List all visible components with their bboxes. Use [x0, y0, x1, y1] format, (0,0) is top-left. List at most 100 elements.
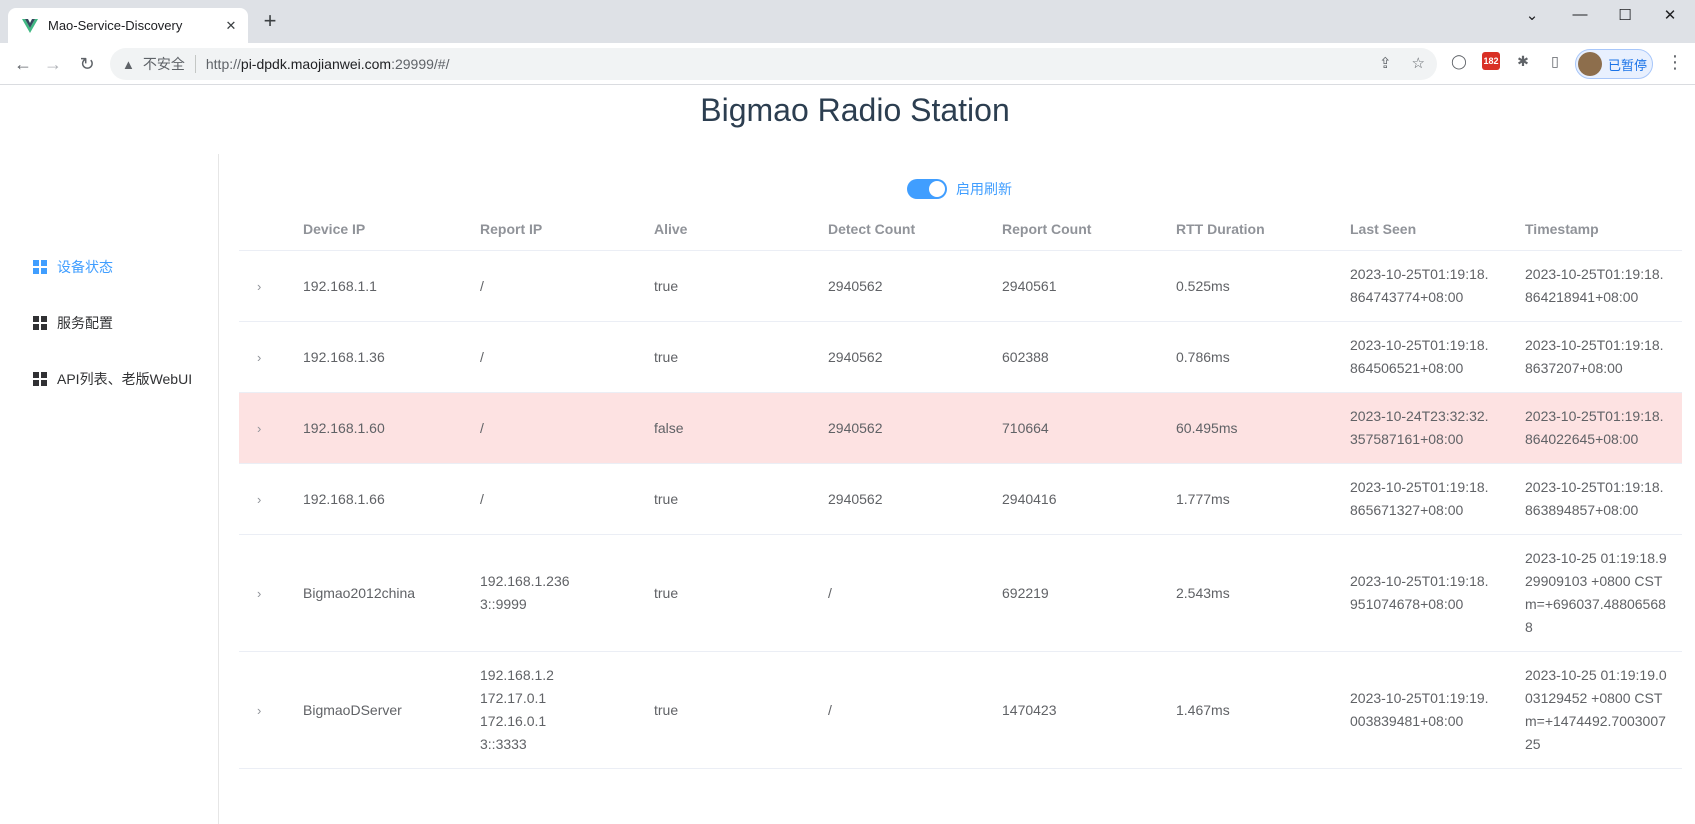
- last-seen-cell: 2023-10-25T01:19:19. 003839481+08:00: [1350, 690, 1489, 729]
- alive-cell: true: [654, 348, 679, 365]
- close-window-icon[interactable]: ✕: [1655, 6, 1685, 24]
- extension-badge-icon[interactable]: 182: [1482, 52, 1500, 70]
- url-prefix: http://: [205, 56, 241, 72]
- switch-knob: [929, 181, 945, 197]
- table-row[interactable]: › 192.168.1.66 / true 2940562 2940416 1.…: [239, 464, 1682, 535]
- detect-count-cell: 2940562: [828, 419, 883, 436]
- timestamp-cell: 2023-10-25T01:19:18. 864218941+08:00: [1525, 266, 1664, 305]
- column-header[interactable]: Report IP: [480, 221, 654, 237]
- column-header[interactable]: RTT Duration: [1176, 221, 1350, 237]
- device-table: Device IP Report IP Alive Detect Count R…: [239, 208, 1682, 769]
- table-row-offline[interactable]: › 192.168.1.60 / false 2940562 710664 60…: [239, 393, 1682, 464]
- minimize-icon[interactable]: —: [1565, 6, 1595, 23]
- expand-chevron-icon[interactable]: ›: [239, 699, 303, 722]
- sidebar-item-device-status[interactable]: 设备状态: [33, 253, 113, 281]
- detect-count-cell: 2940562: [828, 490, 883, 507]
- column-header[interactable]: Timestamp: [1525, 221, 1682, 237]
- alive-cell: true: [654, 490, 679, 507]
- profile-label: 已暂停: [1608, 57, 1648, 73]
- url-path: :29999/#/: [391, 56, 450, 72]
- sidebar-item-label: API列表、老版WebUI: [57, 371, 193, 387]
- column-header[interactable]: Detect Count: [828, 221, 1002, 237]
- address-bar[interactable]: ▲ 不安全 http:// pi-dpdk.maojianwei.com :29…: [110, 48, 1437, 80]
- side-panel-icon[interactable]: ▯: [1546, 52, 1564, 70]
- vue-logo-icon: [22, 18, 38, 33]
- column-header[interactable]: Last Seen: [1350, 221, 1525, 237]
- report-count-cell: 1470423: [1002, 701, 1057, 718]
- report-count-cell: 692219: [1002, 584, 1049, 601]
- page-title: Bigmao Radio Station: [700, 92, 1010, 128]
- report-count-cell: 602388: [1002, 348, 1049, 365]
- sidebar-item-label: 服务配置: [57, 315, 113, 331]
- new-tab-icon[interactable]: +: [258, 10, 282, 34]
- timestamp-cell: 2023-10-25 01:19:19.0 03129452 +0800 CST…: [1525, 667, 1667, 752]
- device-ip-cell: 192.168.1.66: [303, 490, 385, 507]
- tab-close-icon[interactable]: ✕: [222, 18, 240, 34]
- back-icon[interactable]: ←: [11, 52, 35, 76]
- expand-chevron-icon[interactable]: ›: [239, 417, 303, 440]
- expand-chevron-icon[interactable]: ›: [239, 346, 303, 369]
- rtt-cell: 1.467ms: [1176, 701, 1230, 718]
- report-ip-cell: /: [480, 419, 484, 436]
- chevron-down-icon[interactable]: ⌄: [1517, 6, 1547, 24]
- grid-icon: [33, 260, 47, 274]
- table-row[interactable]: › 192.168.1.36 / true 2940562 602388 0.7…: [239, 322, 1682, 393]
- rtt-cell: 2.543ms: [1176, 584, 1230, 601]
- maximize-icon[interactable]: ☐: [1610, 6, 1640, 24]
- timestamp-cell: 2023-10-25 01:19:18.9 29909103 +0800 CST…: [1525, 550, 1667, 635]
- share-icon[interactable]: ⇪: [1379, 54, 1392, 72]
- detect-count-cell: /: [828, 584, 832, 601]
- alive-cell: false: [654, 419, 684, 436]
- sidebar-item-api-list[interactable]: API列表、老版WebUI: [33, 365, 192, 393]
- browser-toolbar: ← → ↻ ▲ 不安全 http:// pi-dpdk.maojianwei.c…: [0, 43, 1695, 85]
- report-count-cell: 2940416: [1002, 490, 1057, 507]
- expand-chevron-icon[interactable]: ›: [239, 582, 303, 605]
- timestamp-cell: 2023-10-25T01:19:18. 8637207+08:00: [1525, 337, 1664, 376]
- refresh-label: 启用刷新: [956, 181, 1012, 197]
- report-ip-cell: /: [480, 490, 484, 507]
- sidebar: 设备状态 服务配置 API列表、老版WebUI: [0, 154, 219, 824]
- rtt-cell: 0.525ms: [1176, 277, 1230, 294]
- last-seen-cell: 2023-10-25T01:19:18. 951074678+08:00: [1350, 573, 1489, 612]
- insecure-label[interactable]: 不安全: [143, 54, 185, 74]
- sidebar-item-label: 设备状态: [57, 259, 113, 275]
- bookmark-star-icon[interactable]: ☆: [1412, 54, 1425, 72]
- rtt-cell: 60.495ms: [1176, 419, 1238, 436]
- alive-cell: true: [654, 584, 679, 601]
- timestamp-cell: 2023-10-25T01:19:18. 864022645+08:00: [1525, 408, 1664, 447]
- column-header[interactable]: Report Count: [1002, 221, 1176, 237]
- grid-icon: [33, 316, 47, 330]
- report-ip-cell: /: [480, 277, 484, 294]
- forward-icon[interactable]: →: [41, 52, 65, 76]
- extension-circle-icon[interactable]: ◯: [1450, 52, 1468, 70]
- column-header[interactable]: Alive: [654, 221, 828, 237]
- extensions-puzzle-icon[interactable]: ✱: [1514, 52, 1532, 70]
- table-row[interactable]: › Bigmao2012china 192.168.1.236 3::9999 …: [239, 535, 1682, 652]
- table-row[interactable]: › 192.168.1.1 / true 2940562 2940561 0.5…: [239, 251, 1682, 322]
- refresh-switch[interactable]: [907, 179, 947, 199]
- column-header[interactable]: Device IP: [303, 221, 480, 237]
- sidebar-item-service-config[interactable]: 服务配置: [33, 309, 113, 337]
- expand-chevron-icon[interactable]: ›: [239, 275, 303, 298]
- report-ip-cell: /: [480, 348, 484, 365]
- device-ip-cell: Bigmao2012china: [303, 584, 416, 601]
- avatar: [1578, 52, 1602, 76]
- reload-icon[interactable]: ↻: [75, 52, 99, 76]
- expand-chevron-icon[interactable]: ›: [239, 488, 303, 511]
- warning-icon[interactable]: ▲: [122, 57, 135, 72]
- profile-button[interactable]: 已暂停: [1575, 49, 1653, 79]
- browser-menu-icon[interactable]: ⋮: [1665, 52, 1685, 73]
- report-count-cell: 2940561: [1002, 277, 1057, 294]
- alive-cell: true: [654, 277, 679, 294]
- device-ip-cell: 192.168.1.36: [303, 348, 385, 365]
- url-host: pi-dpdk.maojianwei.com: [240, 56, 392, 72]
- rtt-cell: 0.786ms: [1176, 348, 1230, 365]
- last-seen-cell: 2023-10-25T01:19:18. 864506521+08:00: [1350, 337, 1489, 376]
- table-row[interactable]: › BigmaoDServer 192.168.1.2 172.17.0.1 1…: [239, 652, 1682, 769]
- refresh-toggle[interactable]: 启用刷新: [907, 179, 1012, 199]
- tab-title: Mao-Service-Discovery: [48, 18, 183, 33]
- browser-tab[interactable]: Mao-Service-Discovery ✕: [8, 8, 248, 43]
- last-seen-cell: 2023-10-25T01:19:18. 864743774+08:00: [1350, 266, 1489, 305]
- table-header: Device IP Report IP Alive Detect Count R…: [239, 208, 1682, 251]
- rtt-cell: 1.777ms: [1176, 490, 1230, 507]
